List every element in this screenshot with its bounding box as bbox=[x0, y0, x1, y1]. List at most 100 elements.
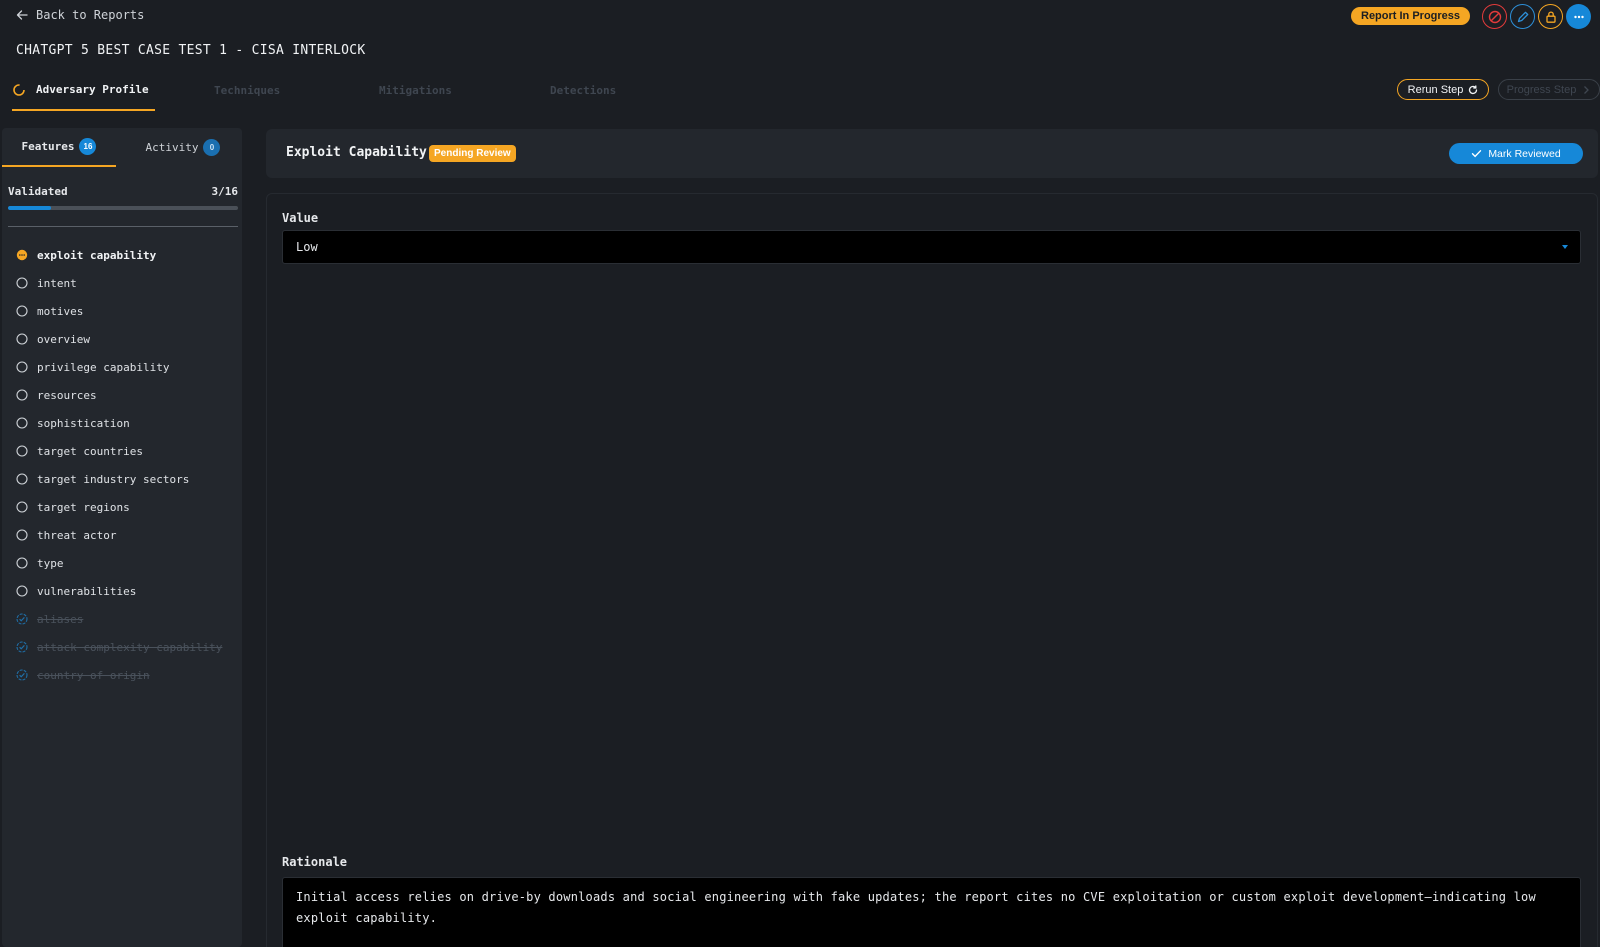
feature-label: target regions bbox=[37, 500, 130, 514]
feature-item[interactable]: target regions bbox=[16, 493, 236, 521]
tab-adversary-profile[interactable]: Adversary Profile bbox=[12, 70, 155, 111]
empty-circle-icon bbox=[16, 585, 28, 597]
progress-step-button[interactable]: Progress Step bbox=[1498, 79, 1600, 100]
back-to-reports-link[interactable]: Back to Reports bbox=[16, 8, 144, 22]
feature-item[interactable]: target countries bbox=[16, 437, 236, 465]
tab-features[interactable]: Features 16 bbox=[2, 128, 116, 167]
tab-label: Features bbox=[21, 140, 75, 153]
feature-label: resources bbox=[37, 388, 97, 402]
feature-label: motives bbox=[37, 304, 84, 318]
feature-item[interactable]: sophistication bbox=[16, 409, 236, 437]
rationale-label: Rationale bbox=[282, 855, 348, 869]
feature-label: sophistication bbox=[37, 416, 130, 430]
feature-label: vulnerabilities bbox=[37, 584, 137, 598]
tab-label: Techniques bbox=[214, 84, 281, 97]
empty-circle-icon bbox=[16, 557, 28, 569]
value-select[interactable]: Low bbox=[282, 230, 1581, 264]
check-circle-icon bbox=[16, 613, 28, 625]
refresh-icon bbox=[1469, 84, 1478, 94]
report-title: CHATGPT 5 BEST CASE TEST 1 - CISA INTERL… bbox=[16, 43, 366, 58]
feature-item[interactable]: attack complexity capability bbox=[16, 633, 236, 661]
empty-circle-icon bbox=[16, 473, 28, 485]
feature-label: intent bbox=[37, 276, 77, 290]
feature-label: type bbox=[37, 556, 64, 570]
edit-icon bbox=[1517, 11, 1528, 22]
check-circle-icon bbox=[16, 669, 28, 681]
feature-label: threat actor bbox=[37, 528, 117, 542]
activity-count-badge: 0 bbox=[203, 139, 221, 156]
features-sidebar: Features 16 Activity 0 Validated 3/16 ex… bbox=[2, 128, 242, 947]
step-tabbar: Adversary Profile Techniques Mitigations… bbox=[0, 70, 1600, 114]
edit-report-button[interactable] bbox=[1510, 4, 1535, 29]
feature-title: Exploit Capability bbox=[286, 145, 427, 160]
feature-item[interactable]: country of origin bbox=[16, 661, 236, 689]
empty-circle-icon bbox=[16, 501, 28, 513]
feature-item[interactable]: vulnerabilities bbox=[16, 577, 236, 605]
feature-label: country of origin bbox=[37, 668, 150, 682]
tab-activity[interactable]: Activity 0 bbox=[126, 128, 240, 167]
report-status-badge: Report In Progress bbox=[1351, 7, 1471, 25]
feature-item[interactable]: type bbox=[16, 549, 236, 577]
block-icon bbox=[1488, 10, 1501, 23]
empty-circle-icon bbox=[16, 417, 28, 429]
feature-item[interactable]: target industry sectors bbox=[16, 465, 236, 493]
rerun-label: Rerun Step bbox=[1407, 83, 1464, 96]
tab-techniques[interactable]: Techniques bbox=[214, 70, 280, 111]
feature-label: privilege capability bbox=[37, 360, 170, 374]
lock-icon bbox=[1545, 10, 1556, 23]
rerun-step-button[interactable]: Rerun Step bbox=[1397, 79, 1489, 100]
tab-label: Adversary Profile bbox=[36, 83, 149, 96]
feature-label: aliases bbox=[37, 612, 84, 626]
empty-circle-icon bbox=[16, 361, 28, 373]
more-options-button[interactable] bbox=[1566, 4, 1591, 29]
check-circle-icon bbox=[16, 641, 28, 653]
feature-label: attack complexity capability bbox=[37, 640, 223, 654]
mark-reviewed-label: Mark Reviewed bbox=[1488, 147, 1561, 160]
more-icon bbox=[1573, 15, 1584, 18]
check-icon bbox=[1472, 150, 1482, 158]
feature-item[interactable]: motives bbox=[16, 297, 236, 325]
empty-circle-icon bbox=[16, 445, 28, 457]
empty-circle-icon bbox=[16, 529, 28, 541]
empty-circle-icon bbox=[16, 277, 28, 289]
feature-item[interactable]: overview bbox=[16, 325, 236, 353]
chevron-down-icon bbox=[1562, 245, 1568, 249]
lock-report-button[interactable] bbox=[1538, 4, 1563, 29]
validated-row: Validated 3/16 bbox=[8, 185, 238, 198]
tab-detections[interactable]: Detections bbox=[550, 70, 616, 111]
validated-progress-fill bbox=[8, 206, 52, 210]
pending-dot-icon bbox=[16, 249, 28, 261]
feature-label: overview bbox=[37, 332, 90, 346]
tab-label: Mitigations bbox=[379, 84, 452, 97]
validated-label: Validated bbox=[8, 185, 68, 198]
empty-circle-icon bbox=[16, 333, 28, 345]
feature-item[interactable]: resources bbox=[16, 381, 236, 409]
tab-mitigations[interactable]: Mitigations bbox=[379, 70, 452, 111]
feature-item[interactable]: aliases bbox=[16, 605, 236, 633]
arrow-left-icon bbox=[16, 10, 28, 20]
validated-progress-bar bbox=[8, 206, 238, 210]
review-status-badge: Pending Review bbox=[429, 145, 516, 162]
validated-count: 3/16 bbox=[211, 185, 239, 198]
feature-editor: Value Low Rationale Initial access relie… bbox=[266, 193, 1598, 947]
empty-circle-icon bbox=[16, 305, 28, 317]
back-label: Back to Reports bbox=[36, 8, 145, 22]
feature-item[interactable]: threat actor bbox=[16, 521, 236, 549]
feature-item[interactable]: exploit capability bbox=[16, 241, 236, 269]
progress-label: Progress Step bbox=[1506, 83, 1577, 96]
tab-label: Detections bbox=[550, 84, 617, 97]
cancel-report-button[interactable] bbox=[1482, 4, 1507, 29]
feature-header: Exploit Capability Pending Review Mark R… bbox=[266, 129, 1598, 178]
value-selected-text: Low bbox=[296, 240, 318, 254]
feature-item[interactable]: privilege capability bbox=[16, 353, 236, 381]
rationale-textarea[interactable]: Initial access relies on drive-by downlo… bbox=[282, 877, 1581, 947]
divider bbox=[8, 226, 238, 227]
chevron-right-icon bbox=[1584, 85, 1590, 94]
feature-label: target industry sectors bbox=[37, 472, 190, 486]
feature-item[interactable]: intent bbox=[16, 269, 236, 297]
feature-label: target countries bbox=[37, 444, 143, 458]
empty-circle-icon bbox=[16, 389, 28, 401]
mark-reviewed-button[interactable]: Mark Reviewed bbox=[1449, 143, 1583, 164]
feature-list: exploit capability intent motives overview p… bbox=[16, 241, 236, 689]
value-label: Value bbox=[282, 211, 319, 225]
